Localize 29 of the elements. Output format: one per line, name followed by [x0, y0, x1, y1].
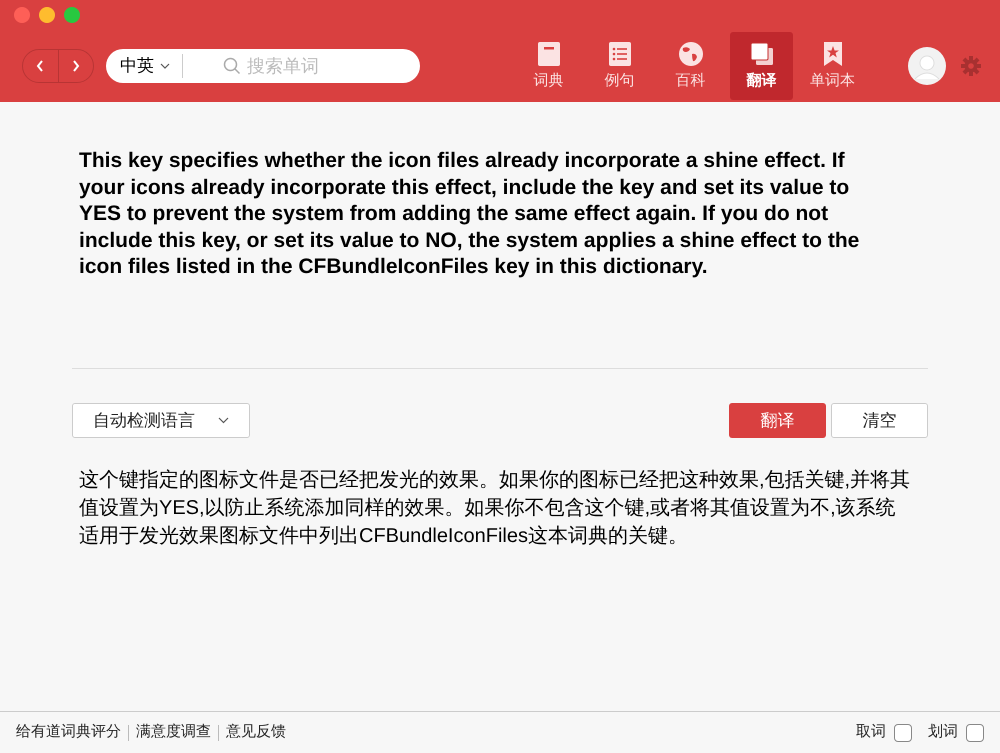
footer-link[interactable]: 给有道词典评分: [16, 721, 121, 744]
checkbox[interactable]: [894, 724, 912, 742]
language-select[interactable]: 自动检测语言: [72, 403, 250, 438]
toolbar-tab[interactable]: 词典: [517, 32, 580, 100]
zoom-window-button[interactable]: [64, 7, 80, 23]
toolbar-tab[interactable]: 翻译: [730, 32, 793, 100]
chevron-down-icon: [218, 417, 229, 424]
translate-button[interactable]: 翻译: [729, 403, 826, 438]
globe-icon: [676, 40, 704, 68]
option-label: 划词: [928, 722, 958, 742]
footer-link[interactable]: 满意度调查: [136, 721, 211, 744]
source-text: This key specifies whether the icon files already incorporate a shine effect. If your icons already incorporate this effect, include the key and set its value to YES to prevent the system from adding the same effect again. If you do not include this key, or set its value to NO, the system applies a shine effect to the icon files listed in the CFBundleIconFiles key in this dictionary.: [79, 148, 860, 280]
language-dropdown[interactable]: 中英: [106, 53, 182, 79]
toolbar-tab[interactable]: 例句: [588, 32, 651, 100]
chevron-down-icon: [160, 63, 170, 69]
translation-text: 这个键指定的图标文件是否已经把发光的效果。如果你的图标已经把这种效果,包括关键,并将其值设置为YES,以防止系统添加同样的效果。如果你不包含这个键,或者将其值设置为不,该系统适用于发光效果图标文件中列出CFBundleIconFiles这本词典的关键。: [79, 468, 912, 549]
pages-icon: [748, 40, 776, 68]
option-label: 取词: [856, 722, 886, 742]
checkbox[interactable]: [966, 724, 984, 742]
footer-link[interactable]: 意见反馈: [226, 721, 286, 744]
chevron-right-icon: [72, 60, 80, 72]
avatar-icon[interactable]: [908, 47, 946, 85]
minimize-window-button[interactable]: [39, 7, 55, 23]
search-field[interactable]: 中英 搜索单词: [106, 49, 420, 83]
toolbar-tab[interactable]: 百科: [659, 32, 722, 100]
toolbar-tab[interactable]: 单词本: [801, 32, 864, 100]
clear-button[interactable]: 清空: [831, 403, 928, 438]
chevron-left-icon: [36, 60, 44, 72]
search-icon: [223, 57, 241, 75]
